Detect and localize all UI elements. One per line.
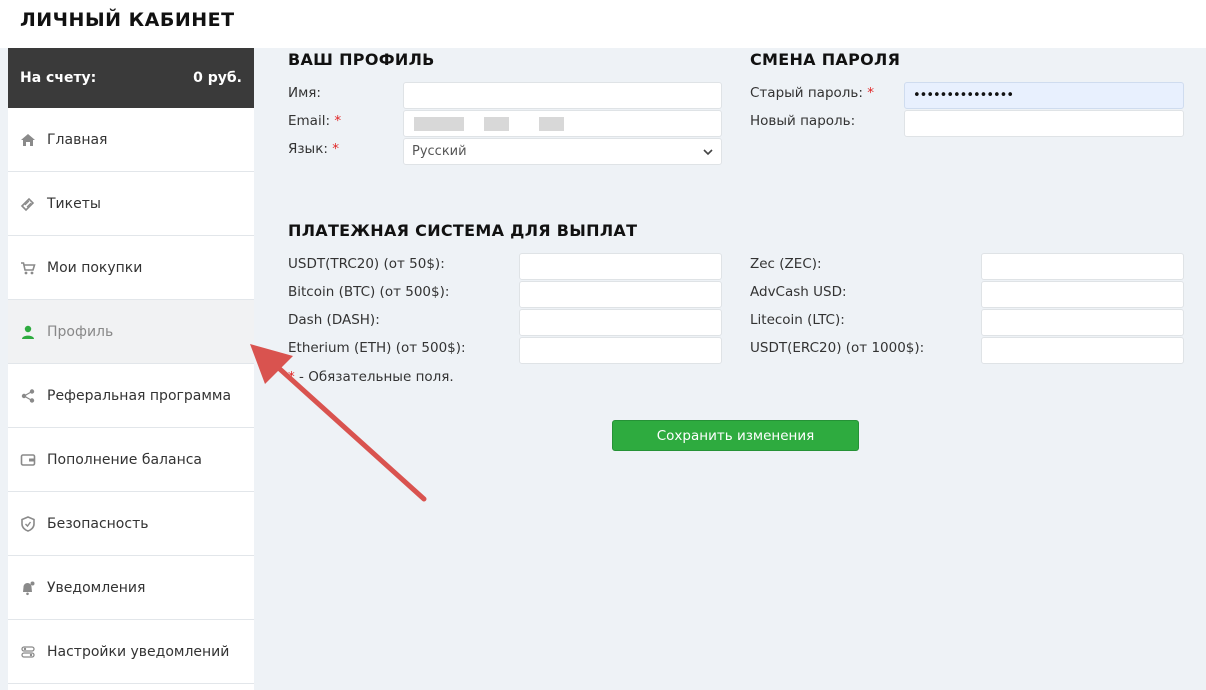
profile-section-title: ВАШ ПРОФИЛЬ bbox=[288, 50, 435, 69]
cart-icon bbox=[20, 260, 47, 276]
sidebar-item-label: Главная bbox=[47, 131, 108, 148]
dash-input[interactable] bbox=[519, 309, 722, 336]
usdt-erc20-label: USDT(ERC20) (от 1000$): bbox=[750, 340, 925, 356]
required-star: * bbox=[867, 85, 874, 101]
sidebar-item-notifications[interactable]: Уведомления bbox=[8, 556, 254, 620]
required-star: * bbox=[332, 141, 339, 157]
usdt-trc20-label: USDT(TRC20) (от 50$): bbox=[288, 256, 445, 272]
chevron-down-icon bbox=[703, 149, 713, 156]
sidebar-item-purchases[interactable]: Мои покупки bbox=[8, 236, 254, 300]
email-label-text: Email: bbox=[288, 113, 331, 129]
language-label: Язык: * bbox=[288, 141, 339, 157]
zec-label: Zec (ZEC): bbox=[750, 256, 822, 272]
language-label-text: Язык: bbox=[288, 141, 328, 157]
save-button[interactable]: Сохранить изменения bbox=[612, 420, 859, 451]
balance-value: 0 руб. bbox=[193, 70, 242, 86]
sidebar-item-home[interactable]: Главная bbox=[8, 108, 254, 172]
required-note-text: - Обязательные поля. bbox=[294, 369, 454, 385]
btc-input[interactable] bbox=[519, 281, 722, 308]
sidebar-item-profile[interactable]: Профиль bbox=[8, 300, 254, 364]
old-password-label-text: Старый пароль: bbox=[750, 85, 863, 101]
balance-label: На счету: bbox=[20, 70, 97, 86]
wallet-icon bbox=[20, 452, 47, 468]
sidebar-item-balance-topup[interactable]: Пополнение баланса bbox=[8, 428, 254, 492]
dash-label: Dash (DASH): bbox=[288, 312, 380, 328]
balance-box: На счету: 0 руб. bbox=[8, 48, 254, 108]
sidebar-item-label: Мои покупки bbox=[47, 259, 143, 276]
share-icon bbox=[20, 388, 47, 404]
email-blur bbox=[539, 117, 564, 131]
email-input[interactable] bbox=[403, 110, 722, 137]
name-input[interactable] bbox=[403, 82, 722, 109]
old-password-input[interactable]: ••••••••••••••• bbox=[904, 82, 1184, 109]
name-label: Имя: bbox=[288, 85, 321, 101]
email-blur bbox=[414, 117, 464, 131]
btc-label: Bitcoin (BTC) (от 500$): bbox=[288, 284, 450, 300]
settings-icon bbox=[20, 644, 47, 660]
sidebar-item-security[interactable]: Безопасность bbox=[8, 492, 254, 556]
sidebar-item-tickets[interactable]: Тикеты bbox=[8, 172, 254, 236]
advcash-label: AdvCash USD: bbox=[750, 284, 847, 300]
language-value: Русский bbox=[412, 144, 467, 159]
required-star: * bbox=[288, 369, 295, 385]
ltc-input[interactable] bbox=[981, 309, 1184, 336]
usdt-trc20-input[interactable] bbox=[519, 253, 722, 280]
ticket-icon bbox=[20, 196, 47, 212]
required-note: * - Обязательные поля. bbox=[288, 369, 454, 385]
home-icon bbox=[20, 132, 47, 148]
old-password-label: Старый пароль: * bbox=[750, 85, 874, 101]
eth-label: Etherium (ETH) (от 500$): bbox=[288, 340, 466, 356]
usdt-erc20-input[interactable] bbox=[981, 337, 1184, 364]
eth-input[interactable] bbox=[519, 337, 722, 364]
sidebar-item-label: Реферальная программа bbox=[47, 387, 232, 404]
ltc-label: Litecoin (LTC): bbox=[750, 312, 845, 328]
sidebar-item-label: Уведомления bbox=[47, 579, 146, 596]
password-section-title: СМЕНА ПАРОЛЯ bbox=[750, 50, 901, 69]
sidebar-item-label: Безопасность bbox=[47, 515, 149, 532]
shield-icon bbox=[20, 515, 47, 532]
required-star: * bbox=[334, 113, 342, 129]
sidebar: На счету: 0 руб. Главная Тикеты Мои поку… bbox=[8, 48, 254, 690]
page-title: ЛИЧНЫЙ КАБИНЕТ bbox=[20, 9, 235, 31]
user-icon bbox=[20, 324, 47, 340]
sidebar-item-label: Профиль bbox=[47, 323, 114, 340]
sidebar-item-label: Пополнение баланса bbox=[47, 451, 203, 468]
sidebar-item-referral[interactable]: Реферальная программа bbox=[8, 364, 254, 428]
new-password-input[interactable] bbox=[904, 110, 1184, 137]
bell-icon bbox=[20, 580, 47, 596]
zec-input[interactable] bbox=[981, 253, 1184, 280]
new-password-label: Новый пароль: bbox=[750, 113, 856, 129]
payment-section-title: ПЛАТЕЖНАЯ СИСТЕМА ДЛЯ ВЫПЛАТ bbox=[288, 221, 638, 240]
sidebar-item-notification-settings[interactable]: Настройки уведомлений bbox=[8, 620, 254, 684]
advcash-input[interactable] bbox=[981, 281, 1184, 308]
sidebar-item-label: Тикеты bbox=[47, 195, 101, 212]
email-label: Email: * bbox=[288, 113, 341, 129]
email-blur bbox=[484, 117, 509, 131]
sidebar-item-label: Настройки уведомлений bbox=[47, 643, 230, 660]
language-select[interactable]: Русский bbox=[403, 138, 722, 165]
